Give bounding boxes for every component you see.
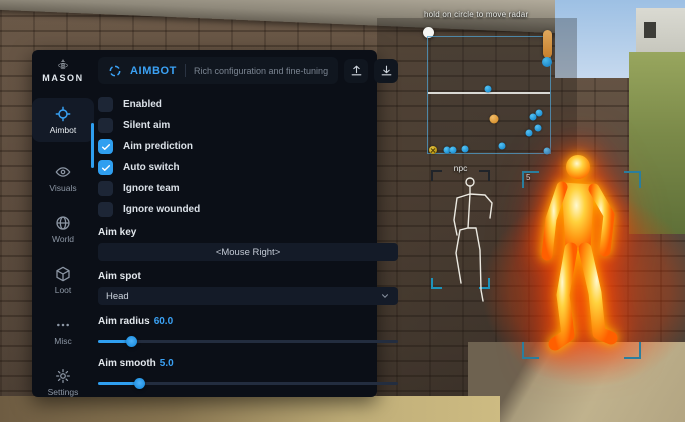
sidebar-item-aimbot[interactable]: Aimbot xyxy=(32,98,94,142)
toggle-label: Ignore wounded xyxy=(123,204,200,215)
sidebar-item-world[interactable]: World xyxy=(32,215,94,244)
aim-radius-label: Aim radius xyxy=(98,316,150,327)
esp-player-bracket xyxy=(522,171,641,359)
radar-dot-blue xyxy=(485,86,492,93)
toggle-label: Aim prediction xyxy=(123,141,193,152)
toggle-row-ignore-wounded: Ignore wounded xyxy=(98,202,398,217)
aimbot-page: AIMBOT Rich configuration and fine-tunin… xyxy=(94,50,403,397)
active-tab-indicator xyxy=(91,123,94,168)
radar-hint-text: hold on circle to move radar xyxy=(424,10,564,19)
radar-dot-blue xyxy=(526,130,533,137)
toggle-list: Enabled Silent aim Aim prediction Auto s… xyxy=(98,97,398,217)
skeleton-esp-icon xyxy=(430,168,500,303)
checkbox-aim-prediction[interactable] xyxy=(98,139,113,154)
toggle-label: Auto switch xyxy=(123,162,180,173)
aim-spot-value: Head xyxy=(106,291,129,302)
page-title: AIMBOT xyxy=(130,65,177,77)
brand-name: MASON xyxy=(42,73,84,83)
globe-icon xyxy=(55,215,71,231)
page-title-bar: AIMBOT Rich configuration and fine-tunin… xyxy=(98,57,338,84)
sidebar-item-loot[interactable]: Loot xyxy=(32,266,94,295)
sidebar-item-settings[interactable]: Settings xyxy=(32,368,94,397)
ellipsis-icon xyxy=(55,317,71,333)
building-window xyxy=(644,22,656,38)
sidebar-item-misc[interactable]: Misc xyxy=(32,317,94,346)
sidebar: MASON Aimbot Visuals World Loot xyxy=(32,50,94,397)
check-icon xyxy=(101,163,111,173)
cheat-menu-panel: MASON Aimbot Visuals World Loot xyxy=(32,50,377,397)
radar-dot-blue xyxy=(450,147,457,154)
mason-logo-icon xyxy=(43,59,83,70)
sidebar-item-label: Misc xyxy=(54,336,71,346)
checkbox-enabled[interactable] xyxy=(98,97,113,112)
import-config-button[interactable] xyxy=(344,59,368,83)
aim-spot-select[interactable]: Head xyxy=(98,287,398,305)
radar-dot-downed xyxy=(429,146,437,154)
aim-radius-group: Aim radius 60.0 xyxy=(98,316,398,347)
sidebar-item-label: Visuals xyxy=(49,183,76,193)
radar[interactable] xyxy=(427,36,551,154)
radar-dot-blue xyxy=(462,146,469,153)
toggle-row-enabled: Enabled xyxy=(98,97,398,112)
eye-icon xyxy=(55,164,71,180)
sidebar-item-visuals[interactable]: Visuals xyxy=(32,164,94,193)
bracket-corner-icon xyxy=(522,342,539,359)
aim-smooth-value: 5.0 xyxy=(160,358,174,369)
toggle-label: Ignore team xyxy=(123,183,180,194)
aim-key-button[interactable]: <Mouse Right> xyxy=(98,243,398,261)
upload-icon xyxy=(350,64,363,77)
radar-dot-blue xyxy=(535,125,542,132)
toggle-row-aim-prediction: Aim prediction xyxy=(98,139,398,154)
bracket-corner-icon xyxy=(522,171,539,188)
checkbox-silent-aim[interactable] xyxy=(98,118,113,133)
aim-radius-slider[interactable] xyxy=(98,340,398,343)
gear-icon xyxy=(55,368,71,384)
radar-dot-blue xyxy=(530,114,537,121)
chevron-down-icon xyxy=(380,291,390,301)
cube-icon xyxy=(55,266,71,282)
page-header: AIMBOT Rich configuration and fine-tunin… xyxy=(98,57,398,84)
radar-dot-blue xyxy=(536,110,543,117)
ring-icon xyxy=(108,64,122,78)
checkbox-ignore-team[interactable] xyxy=(98,181,113,196)
radar-dot-orange xyxy=(490,115,499,124)
toggle-label: Silent aim xyxy=(123,120,170,131)
aim-smooth-group: Aim smooth 5.0 xyxy=(98,358,398,389)
title-divider xyxy=(185,64,186,77)
aim-smooth-label: Aim smooth xyxy=(98,358,156,369)
page-subtitle: Rich configuration and fine-tuning xyxy=(194,66,328,76)
aim-radius-slider-thumb[interactable] xyxy=(126,336,137,347)
aim-radius-value: 60.0 xyxy=(154,316,173,327)
aim-spot-label: Aim spot xyxy=(98,271,398,282)
toggle-label: Enabled xyxy=(123,99,162,110)
toggle-row-auto-switch: Auto switch xyxy=(98,160,398,175)
download-icon xyxy=(380,64,393,77)
crosshair-icon xyxy=(55,106,71,122)
world-marker-dot xyxy=(542,57,552,67)
sidebar-item-label: Aimbot xyxy=(50,125,76,135)
ground-straw xyxy=(0,396,500,422)
toggle-row-silent-aim: Silent aim xyxy=(98,118,398,133)
world-object-marker xyxy=(543,30,552,58)
sidebar-item-label: Settings xyxy=(48,387,79,397)
radar-dot-blue xyxy=(499,143,506,150)
bracket-corner-icon xyxy=(624,171,641,188)
aim-key-label: Aim key xyxy=(98,227,398,238)
checkbox-ignore-wounded[interactable] xyxy=(98,202,113,217)
checkbox-auto-switch[interactable] xyxy=(98,160,113,175)
bracket-corner-icon xyxy=(624,342,641,359)
toggle-row-ignore-team: Ignore team xyxy=(98,181,398,196)
slider-fill xyxy=(98,382,139,385)
aim-smooth-slider-thumb[interactable] xyxy=(134,378,145,389)
export-config-button[interactable] xyxy=(374,59,398,83)
sidebar-item-label: World xyxy=(52,234,74,244)
sidebar-item-label: Loot xyxy=(55,285,72,295)
check-icon xyxy=(101,142,111,152)
